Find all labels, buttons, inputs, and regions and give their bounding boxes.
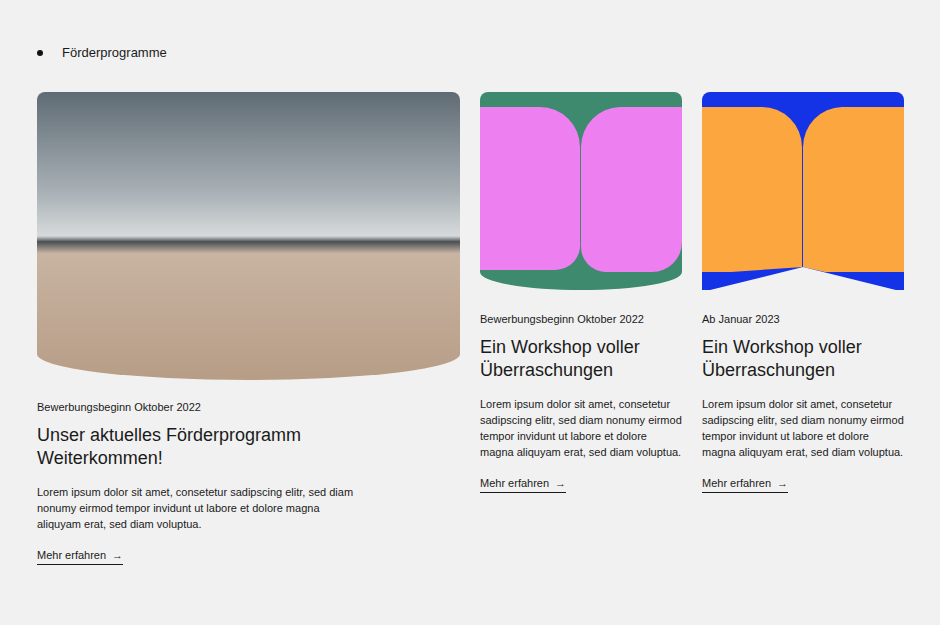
card-graphic (702, 92, 904, 290)
card-text: Lorem ipsum dolor sit amet, consetetur s… (37, 484, 362, 532)
arrow-right-icon[interactable]: → (777, 476, 788, 490)
card-text: Lorem ipsum dolor sit amet, consetetur s… (702, 396, 904, 460)
card-graphic (480, 92, 682, 290)
more-link-label[interactable]: Mehr erfahren (480, 476, 549, 490)
card-body: Bewerbungsbeginn Oktober 2022 Ein Worksho… (480, 290, 682, 493)
more-link[interactable]: Mehr erfahren → (37, 548, 123, 565)
more-link[interactable]: Mehr erfahren → (480, 476, 566, 493)
arch-graphic-icon (702, 92, 904, 290)
more-link-label[interactable]: Mehr erfahren (37, 548, 106, 562)
section-header: Förderprogramme (37, 45, 920, 60)
card-text: Lorem ipsum dolor sit amet, consetetur s… (480, 396, 682, 460)
section-label: Förderprogramme (62, 45, 167, 60)
program-card: Ab Januar 2023 Ein Workshop voller Überra… (702, 92, 904, 493)
page: Förderprogramme Bewerbungsbeginn Oktober … (0, 0, 940, 625)
program-card: Bewerbungsbeginn Oktober 2022 Unser aktue… (37, 92, 460, 565)
bullet-dot-icon (37, 50, 43, 56)
card-title: Ein Workshop voller Überraschungen (480, 336, 682, 382)
program-card: Bewerbungsbeginn Oktober 2022 Ein Worksho… (480, 92, 682, 493)
more-link-label[interactable]: Mehr erfahren (702, 476, 771, 490)
card-body: Bewerbungsbeginn Oktober 2022 Unser aktue… (37, 380, 362, 565)
arch-graphic-icon (480, 92, 682, 290)
arrow-right-icon[interactable]: → (555, 476, 566, 490)
card-grid: Bewerbungsbeginn Oktober 2022 Unser aktue… (37, 92, 920, 565)
more-link[interactable]: Mehr erfahren → (702, 476, 788, 493)
card-title: Unser aktuelles Förderprogramm Weiterkom… (37, 424, 362, 470)
card-title: Ein Workshop voller Überraschungen (702, 336, 904, 382)
card-body: Ab Januar 2023 Ein Workshop voller Überra… (702, 290, 904, 493)
card-date: Bewerbungsbeginn Oktober 2022 (480, 312, 644, 326)
card-date: Bewerbungsbeginn Oktober 2022 (37, 400, 201, 414)
card-photo (37, 92, 460, 380)
card-date: Ab Januar 2023 (702, 312, 780, 326)
arrow-right-icon[interactable]: → (112, 548, 123, 562)
